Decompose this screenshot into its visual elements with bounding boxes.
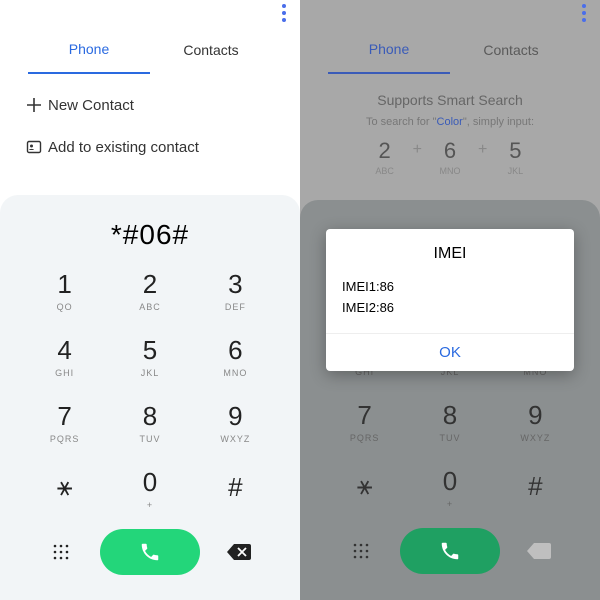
key-3[interactable]: 3DEF <box>193 257 278 323</box>
key-0[interactable]: 0+ <box>107 455 192 521</box>
new-contact-label: New Contact <box>48 97 134 114</box>
key-⚹[interactable]: ⚹ <box>22 455 107 521</box>
tabs: Phone Contacts <box>0 26 300 74</box>
key-5[interactable]: 5JKL <box>107 323 192 389</box>
key-9[interactable]: 9WXYZ <box>193 389 278 455</box>
new-contact-row[interactable]: New Contact <box>0 84 300 126</box>
add-existing-row[interactable]: Add to existing contact <box>0 126 300 168</box>
number-input: *#06# <box>0 205 300 257</box>
imei2: IMEI2:86 <box>342 298 558 319</box>
imei1: IMEI1:86 <box>342 277 558 298</box>
dialog-body: IMEI1:86 IMEI2:86 <box>326 277 574 333</box>
dialpad-panel: *#06# 1QO2ABC3DEF 4GHI5JKL6MNO 7PQRS8TUV9W… <box>0 195 300 600</box>
tab-phone[interactable]: Phone <box>28 26 150 74</box>
key-6[interactable]: 6MNO <box>193 323 278 389</box>
dialog-title: IMEI <box>326 245 574 263</box>
quick-actions: New Contact Add to existing contact <box>0 74 300 178</box>
imei-dialog: IMEI IMEI1:86 IMEI2:86 OK <box>326 229 574 371</box>
dialog-ok-button[interactable]: OK <box>326 333 574 371</box>
backspace-button[interactable] <box>200 543 278 561</box>
tab-contacts[interactable]: Contacts <box>150 26 272 74</box>
key-#[interactable]: # <box>193 455 278 521</box>
overflow-menu-icon[interactable] <box>282 11 286 15</box>
key-2[interactable]: 2ABC <box>107 257 192 323</box>
call-button[interactable] <box>100 529 200 575</box>
more-button[interactable] <box>22 542 100 562</box>
screen-dialer: Phone Contacts New Contact Add to existi… <box>0 0 300 600</box>
dialpad-bottom <box>0 521 300 593</box>
key-8[interactable]: 8TUV <box>107 389 192 455</box>
screen-imei-dialog: Phone Contacts Supports Smart Search To … <box>300 0 600 600</box>
plus-icon <box>20 97 48 113</box>
add-existing-label: Add to existing contact <box>48 139 199 156</box>
key-1[interactable]: 1QO <box>22 257 107 323</box>
dialog-overlay: IMEI IMEI1:86 IMEI2:86 OK <box>300 0 600 600</box>
key-7[interactable]: 7PQRS <box>22 389 107 455</box>
dialpad: 1QO2ABC3DEF 4GHI5JKL6MNO 7PQRS8TUV9WXYZ ⚹0+… <box>0 257 300 521</box>
status-bar <box>0 0 300 26</box>
key-4[interactable]: 4GHI <box>22 323 107 389</box>
contact-card-icon <box>20 139 48 155</box>
